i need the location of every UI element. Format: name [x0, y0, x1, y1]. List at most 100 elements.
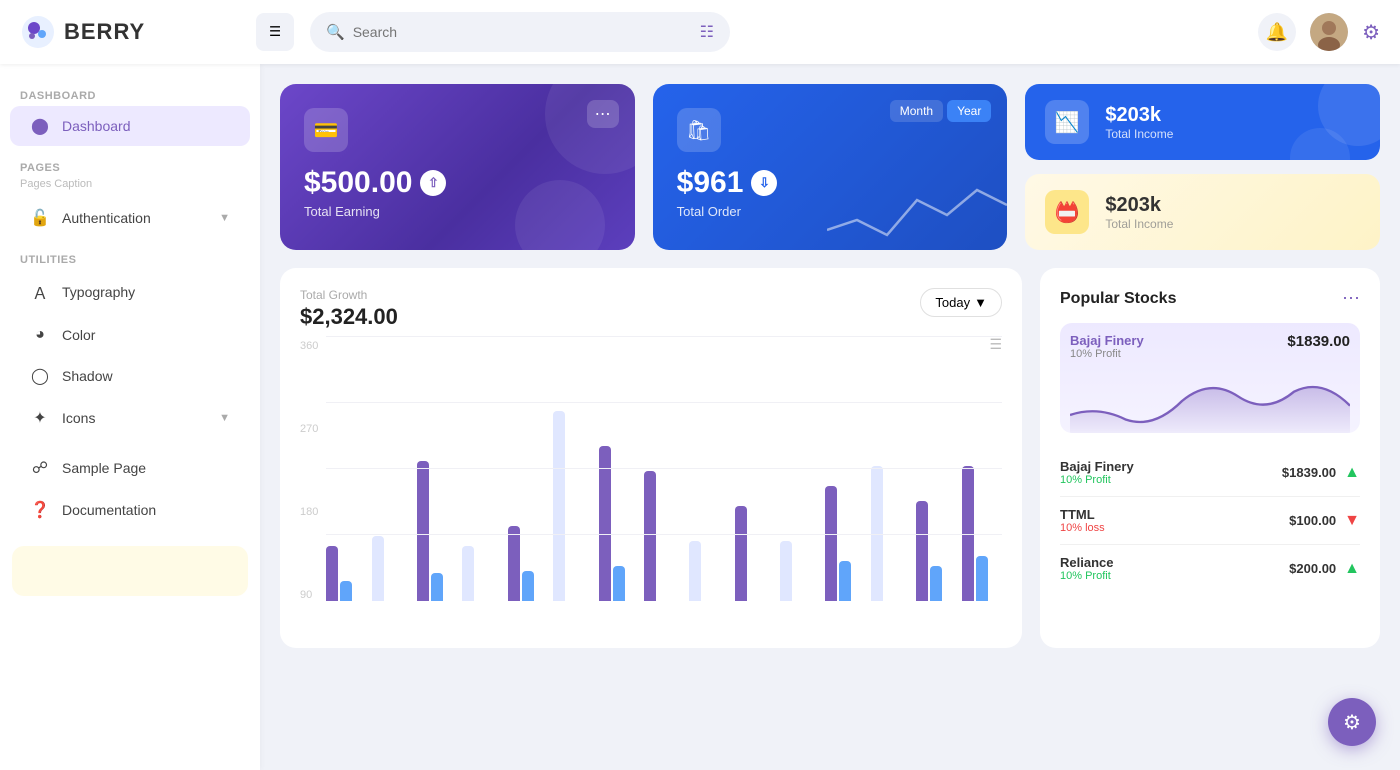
sidebar-item-authentication[interactable]: 🔓 Authentication ▼ — [10, 198, 250, 238]
stock-sub: 10% loss — [1060, 522, 1105, 534]
hamburger-icon: ☰ — [269, 24, 281, 40]
trend-down-icon: ▼ — [1344, 512, 1360, 530]
sidebar-item-dashboard[interactable]: ⬤ Dashboard — [10, 106, 250, 146]
sidebar-item-typography[interactable]: Ａ Typography — [10, 270, 250, 314]
sidebar-dashboard-label: Dashboard — [62, 118, 131, 134]
stock-price: $1839.00 — [1282, 465, 1336, 480]
hamburger-button[interactable]: ☰ — [256, 13, 294, 51]
chart-menu-icon[interactable]: ☰ — [989, 336, 1002, 353]
filter-icon-button[interactable]: ☷ — [700, 22, 714, 42]
stock-row-0: Bajaj Finery 10% Profit $1839.00 ▲ — [1060, 449, 1360, 497]
earning-card: 💳 ⋯ $500.00 ⇧ Total Earning — [280, 84, 635, 250]
income-blue-label: Total Income — [1105, 127, 1173, 141]
earning-label: Total Earning — [304, 204, 611, 219]
search-input[interactable] — [353, 24, 692, 40]
bar-group-5 — [508, 526, 548, 601]
order-trend-icon: ⇩ — [751, 170, 777, 196]
chevron-down-icon-2: ▼ — [219, 412, 230, 424]
featured-stock-price: $1839.00 — [1287, 333, 1350, 350]
pages-caption: Pages Caption — [0, 176, 260, 196]
featured-mini-chart-svg — [1070, 366, 1350, 433]
featured-stock-name: Bajaj Finery — [1070, 333, 1144, 348]
sidebar-icons-label: Icons — [62, 410, 95, 426]
trend-up-icon: ▲ — [1344, 560, 1360, 578]
y-label-90: 90 — [300, 589, 318, 601]
period-label: Today — [935, 295, 970, 310]
sidebar-item-color[interactable]: ◕ Color — [10, 316, 250, 354]
income-yellow-amount: $203k — [1105, 194, 1173, 217]
logo: BERRY — [20, 14, 240, 50]
gear-icon: ⚙ — [1362, 22, 1380, 44]
income-card-yellow: 📛 $203k Total Income — [1025, 174, 1380, 250]
bottom-row: Total Growth $2,324.00 Today ▼ 360 270 1… — [280, 268, 1380, 648]
sidebar-sample-label: Sample Page — [62, 460, 146, 476]
sidebar-footer-card — [12, 546, 248, 596]
order-wave-chart — [827, 170, 1007, 250]
app-name: BERRY — [64, 19, 145, 45]
sidebar-auth-label: Authentication — [62, 210, 151, 226]
color-icon: ◕ — [30, 326, 50, 344]
settings-button[interactable]: ⚙ — [1362, 20, 1380, 45]
fab-gear-icon: ⚙ — [1343, 710, 1361, 735]
stock-sub: 10% Profit — [1060, 570, 1113, 582]
order-tabs: Month Year — [890, 100, 992, 122]
order-card: 🛍 Month Year $961 ⇩ Total Order — [653, 84, 1008, 250]
sidebar-item-shadow[interactable]: ◯ Shadow — [10, 356, 250, 396]
stocks-title: Popular Stocks — [1060, 290, 1176, 308]
bar-group-6 — [553, 411, 593, 601]
stock-row-1: TTML 10% loss $100.00 ▼ — [1060, 497, 1360, 545]
typography-icon: Ａ — [30, 280, 50, 304]
bar-group-14 — [916, 501, 956, 601]
bar-group-10 — [735, 506, 775, 601]
search-icon: 🔍 — [326, 23, 345, 41]
income-blue-amount: $203k — [1105, 104, 1173, 127]
bell-icon: 🔔 — [1266, 22, 1288, 43]
documentation-icon: ❓ — [30, 500, 50, 520]
header: BERRY ☰ 🔍 ☷ 🔔 ⚙ — [0, 0, 1400, 64]
stock-featured-chart: Bajaj Finery 10% Profit $1839.00 — [1060, 323, 1360, 433]
bar-group-3 — [417, 461, 457, 601]
sidebar-item-documentation[interactable]: ❓ Documentation — [10, 490, 250, 530]
icons-icon: ✦ — [30, 408, 50, 428]
dashboard-icon: ⬤ — [30, 116, 50, 136]
sidebar-item-icons[interactable]: ✦ Icons ▼ — [10, 398, 250, 438]
income-blue-icon: 📉 — [1045, 100, 1089, 144]
income-yellow-icon: 📛 — [1045, 190, 1089, 234]
bar-group-12 — [825, 486, 865, 601]
stock-sub: 10% Profit — [1060, 474, 1134, 486]
notification-button[interactable]: 🔔 — [1258, 13, 1296, 51]
stocks-more-button[interactable]: ⋯ — [1342, 288, 1360, 309]
top-cards: 💳 ⋯ $500.00 ⇧ Total Earning 🛍 Month Year… — [280, 84, 1380, 250]
auth-icon: 🔓 — [30, 208, 50, 228]
stock-name: Reliance — [1060, 555, 1113, 570]
income-card-blue: 📉 $203k Total Income — [1025, 84, 1380, 160]
header-right: 🔔 ⚙ — [1258, 13, 1380, 51]
sidebar: Dashboard ⬤ Dashboard Pages Pages Captio… — [0, 64, 260, 770]
chart-card: Total Growth $2,324.00 Today ▼ 360 270 1… — [280, 268, 1022, 648]
trend-up-icon: ▲ — [1344, 464, 1360, 482]
chart-header: Total Growth $2,324.00 Today ▼ — [300, 288, 1002, 330]
sidebar-item-sample-page[interactable]: ☍ Sample Page — [10, 448, 250, 488]
earning-more-button[interactable]: ⋯ — [587, 100, 619, 128]
fab-settings[interactable]: ⚙ — [1328, 698, 1376, 746]
bar-group-9 — [689, 541, 729, 601]
stock-price: $100.00 — [1289, 513, 1336, 528]
earning-trend-icon: ⇧ — [420, 170, 446, 196]
earning-card-icon: 💳 — [304, 108, 348, 152]
month-tab[interactable]: Month — [890, 100, 943, 122]
sidebar-docs-label: Documentation — [62, 502, 156, 518]
avatar[interactable] — [1310, 13, 1348, 51]
period-selector[interactable]: Today ▼ — [920, 288, 1002, 317]
bar-group-7 — [599, 446, 639, 601]
stock-name: Bajaj Finery — [1060, 459, 1134, 474]
chevron-down-icon: ▼ — [219, 212, 230, 224]
stock-name: TTML — [1060, 507, 1105, 522]
y-label-360: 360 — [300, 340, 318, 352]
stocks-header: Popular Stocks ⋯ — [1060, 288, 1360, 309]
bar-group-2 — [372, 536, 412, 601]
year-tab[interactable]: Year — [947, 100, 991, 122]
sample-page-icon: ☍ — [30, 458, 50, 478]
y-label-270: 270 — [300, 423, 318, 435]
income-cards: 📉 $203k Total Income 📛 $203k Total Incom… — [1025, 84, 1380, 250]
dashboard-section-label: Dashboard — [0, 84, 260, 104]
